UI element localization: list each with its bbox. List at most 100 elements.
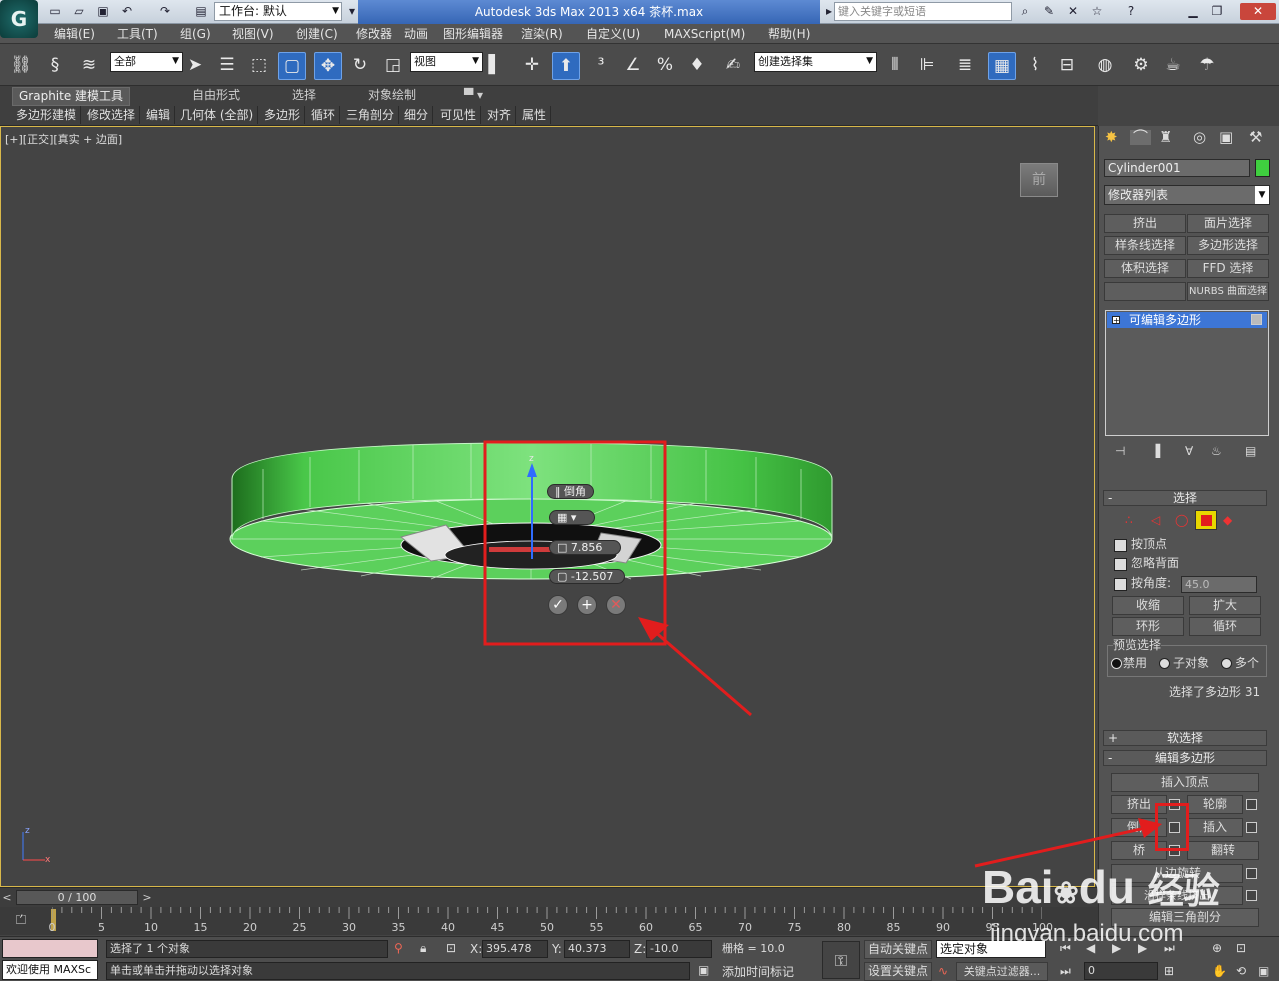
help-icon[interactable]: ? [1122, 3, 1140, 20]
maxscript-input[interactable]: 欢迎使用 MAXSc [2, 960, 98, 980]
time-slider-thumb[interactable]: 0 / 100 [16, 890, 138, 905]
mod-poly-select-button[interactable]: 多边形选择 [1187, 236, 1269, 255]
select-rotate-icon[interactable]: ↻ [347, 52, 373, 78]
menu-graph-editors[interactable]: 图形编辑器 [443, 26, 503, 42]
keyboard-shortcut-toggle-icon[interactable]: ⬆ [552, 52, 580, 80]
time-config-icon[interactable]: ⊞ [1164, 963, 1174, 979]
mini-curve-editor-icon[interactable]: ⏍ [10, 911, 32, 931]
ribbon-visibility[interactable]: 可见性 [440, 106, 482, 124]
mod-vol-select-button[interactable]: 体积选择 [1104, 259, 1186, 278]
isolate-icon[interactable]: ⚲ [394, 940, 403, 956]
caddy-outline-field[interactable]: ▢ -12.507 [549, 569, 625, 584]
menu-maxscript[interactable]: MAXScript(M) [664, 26, 745, 42]
inset-settings-icon[interactable] [1246, 822, 1257, 833]
key-mode-toggle-icon[interactable]: ⏭ [1060, 963, 1071, 979]
modifier-list-dropdown[interactable]: 修改器列表 ▼ [1104, 185, 1270, 205]
set-key-button[interactable]: 设置关键点 [864, 962, 932, 981]
pin-stack-icon[interactable]: ⊣ [1115, 444, 1125, 459]
menu-views[interactable]: 视图(V) [232, 26, 274, 42]
selection-rollout-header[interactable]: - 选择 [1103, 490, 1267, 506]
reference-coordinate-dropdown[interactable]: 视图 ▼ [410, 52, 483, 72]
configure-sets-icon[interactable]: ▤ [1245, 444, 1256, 459]
mod-patch-select-button[interactable]: 面片选择 [1187, 214, 1269, 233]
mod-empty-button[interactable] [1104, 282, 1186, 301]
select-scale-icon[interactable]: ◲ [380, 52, 406, 78]
y-coordinate-field[interactable]: 40.373 [564, 940, 630, 958]
display-tab-icon[interactable]: ▣ [1219, 130, 1233, 145]
selection-filter-dropdown[interactable]: 全部 ▼ [110, 52, 183, 72]
hierarchy-tab-icon[interactable]: ♜ [1159, 130, 1172, 145]
cylinder-model[interactable]: z z x [1, 127, 1094, 886]
pan-icon[interactable]: ✋ [1212, 963, 1227, 979]
angle-snap-icon[interactable]: ∠ [620, 52, 646, 78]
undo-icon[interactable]: ↶ [118, 3, 136, 20]
caddy-height-field[interactable]: □ 7.856 [549, 540, 621, 555]
ribbon-polygons[interactable]: 多边形 [264, 106, 306, 124]
time-slider[interactable]: < 0 / 100 > [0, 887, 1098, 907]
outline-button[interactable]: 轮廓 [1187, 795, 1243, 814]
select-by-name-icon[interactable]: ☰ [214, 52, 240, 78]
time-tag-icon[interactable]: ▣ [698, 962, 709, 978]
ignore-backfacing-checkbox[interactable] [1114, 558, 1127, 571]
hinge-settings-icon[interactable] [1246, 868, 1257, 879]
project-folder-icon[interactable]: ▤ [192, 3, 210, 20]
utilities-tab-icon[interactable]: ⚒ [1249, 130, 1262, 145]
mod-ffd-select-button[interactable]: FFD 选择 [1187, 259, 1269, 278]
add-time-tag-label[interactable]: 添加时间标记 [722, 964, 794, 980]
select-move-icon[interactable]: ✥ [314, 52, 342, 80]
modify-tab-icon[interactable]: ⌒ [1130, 130, 1152, 145]
make-unique-icon[interactable]: ∀ [1185, 444, 1193, 459]
ribbon-options-icon[interactable]: ▀ ▾ [464, 87, 483, 104]
object-color-swatch[interactable] [1255, 159, 1270, 177]
tab-graphite-modeling[interactable]: Graphite 建模工具 [12, 87, 131, 106]
ribbon-properties[interactable]: 属性 [522, 106, 552, 124]
caddy-ok-button[interactable]: ✓ [548, 595, 568, 615]
expand-plus-icon[interactable]: + [1112, 316, 1120, 325]
ribbon-triangulation[interactable]: 三角剖分 [346, 106, 400, 124]
by-angle-checkbox[interactable] [1114, 578, 1127, 591]
element-mode-icon[interactable]: ◆ [1223, 513, 1232, 528]
menu-create[interactable]: 创建(C) [296, 26, 338, 42]
ribbon-loops[interactable]: 循环 [311, 106, 341, 124]
render-setup-icon[interactable]: ⚙ [1128, 52, 1154, 78]
current-frame-field[interactable]: 0 [1084, 962, 1158, 980]
bind-space-warp-icon[interactable]: ≋ [76, 52, 102, 78]
mod-extrude-button[interactable]: 挤出 [1104, 214, 1186, 233]
subscription-icon[interactable]: ✎ [1040, 3, 1058, 20]
ribbon-subdivision[interactable]: 细分 [404, 106, 434, 124]
caddy-cancel-button[interactable]: ✕ [606, 595, 626, 615]
maximize-viewport-icon[interactable]: ▣ [1258, 963, 1269, 979]
key-mode-icon[interactable]: ⚿ [822, 941, 860, 979]
x-coordinate-field[interactable]: 395.478 [482, 940, 548, 958]
outline-settings-icon[interactable] [1246, 799, 1257, 810]
caddy-apply-button[interactable]: + [577, 595, 597, 615]
restore-icon[interactable]: ❐ [1208, 3, 1226, 20]
by-vertex-checkbox[interactable] [1114, 539, 1127, 552]
app-logo[interactable]: G [0, 0, 38, 38]
mod-nurbs-select-button[interactable]: NURBS 曲面选择 [1187, 282, 1269, 301]
time-next-icon[interactable]: > [140, 890, 154, 905]
menu-group[interactable]: 组(G) [180, 26, 211, 42]
menu-animation[interactable]: 动画 [404, 26, 428, 42]
link-icon[interactable]: ⛓ [8, 52, 34, 78]
ribbon-edit[interactable]: 编辑 [146, 106, 176, 124]
binoculars-icon[interactable]: ⌕ [1016, 3, 1034, 20]
object-name-input[interactable]: Cylinder001 [1104, 159, 1250, 177]
rendered-frame-icon[interactable]: ☕ [1160, 52, 1186, 78]
menu-edit[interactable]: 编辑(E) [54, 26, 95, 42]
select-manipulate-icon[interactable]: ✛ [519, 52, 545, 78]
stack-item-editable-poly[interactable]: 可编辑多边形 [1107, 312, 1267, 328]
preview-disabled-radio[interactable] [1111, 658, 1122, 669]
edge-mode-icon[interactable]: ◁ [1151, 513, 1160, 528]
mirror-icon[interactable]: ⫴ [882, 52, 908, 78]
ribbon-modify-selection[interactable]: 修改选择 [87, 106, 141, 124]
preview-multi-radio[interactable] [1221, 658, 1232, 669]
menu-rendering[interactable]: 渲染(R) [521, 26, 563, 42]
maxscript-listener-mini[interactable] [2, 939, 98, 958]
orbit-icon[interactable]: ⟲ [1236, 963, 1246, 979]
z-coordinate-field[interactable]: -10.0 [646, 940, 712, 958]
tab-selection[interactable]: 选择 [292, 87, 316, 104]
communication-icon[interactable]: ✕ [1064, 3, 1082, 20]
search-input[interactable]: 键入关键字或短语 [834, 2, 1012, 21]
ring-button[interactable]: 环形 [1112, 617, 1184, 636]
